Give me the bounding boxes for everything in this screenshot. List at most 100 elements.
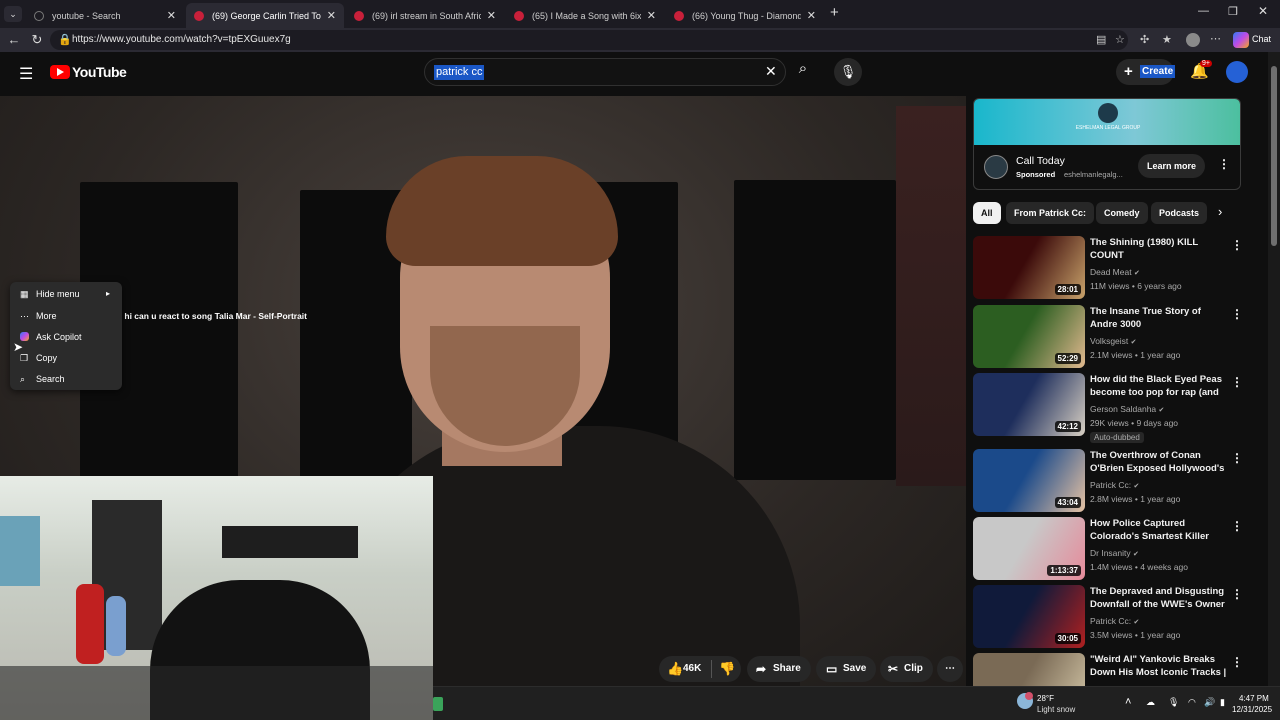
dislike-icon[interactable]: 👎	[719, 656, 735, 682]
video-thumbnail[interactable]: 42:12	[973, 373, 1085, 436]
video-thumbnail[interactable]: 1:13:37	[973, 517, 1085, 580]
video-title[interactable]: The Shining (1980) KILL COUNT	[1090, 236, 1228, 262]
save-button[interactable]: ▭ Save	[816, 656, 877, 682]
menu-item-copy[interactable]: ❐ Copy	[10, 348, 122, 368]
taskbar-app-icon[interactable]	[433, 697, 443, 711]
video-channel[interactable]: Volksgeist ✔	[1090, 336, 1137, 346]
video-menu-icon[interactable]: ⋮	[1231, 655, 1243, 669]
favorites-bar-icon[interactable]: ★	[1162, 33, 1172, 46]
clock-date[interactable]: 12/31/2025	[1232, 705, 1272, 714]
video-thumbnail[interactable]: 28:01	[973, 236, 1085, 299]
chip-all[interactable]: All	[973, 202, 1001, 224]
copilot-icon[interactable]	[1233, 32, 1249, 48]
tray-app-icon[interactable]: ☁	[1146, 697, 1155, 708]
recommended-video[interactable]: 42:12 How did the Black Eyed Peas become …	[973, 373, 1253, 443]
site-info-icon[interactable]: 🔒	[58, 33, 72, 46]
menu-item-hide-menu[interactable]: ▦ Hide menu ▸	[10, 284, 122, 304]
ad-menu-icon[interactable]: ⋮	[1218, 157, 1230, 171]
ad-card[interactable]: ESHELMAN LEGAL GROUP Call Today Sponsore…	[973, 98, 1241, 190]
video-menu-icon[interactable]: ⋮	[1231, 375, 1243, 389]
video-title[interactable]: How did the Black Eyed Peas become too p…	[1090, 373, 1228, 399]
video-menu-icon[interactable]: ⋮	[1231, 238, 1243, 252]
voice-search-icon[interactable]: 🎙	[834, 58, 862, 86]
volume-icon[interactable]: 🔊	[1204, 697, 1215, 708]
video-title[interactable]: The Depraved and Disgusting Downfall of …	[1090, 585, 1228, 611]
account-avatar[interactable]	[1226, 61, 1248, 83]
video-menu-icon[interactable]: ⋮	[1231, 307, 1243, 321]
browser-tab[interactable]: (69) George Carlin Tried To Warn Y ✕	[186, 3, 344, 28]
extensions-icon[interactable]: ✣	[1140, 33, 1149, 46]
menu-item-search[interactable]: ⌕ Search	[10, 369, 122, 389]
search-icon[interactable]: ⌕	[790, 60, 816, 86]
clock-time[interactable]: 4:47 PM	[1239, 694, 1269, 703]
url-field[interactable]: https://www.youtube.com/watch?v=tpEXGuue…	[50, 30, 1128, 50]
close-tab-icon[interactable]: ✕	[487, 9, 496, 22]
close-tab-icon[interactable]: ✕	[647, 9, 656, 22]
video-thumbnail[interactable]: 30:05	[973, 585, 1085, 648]
close-tab-icon[interactable]: ✕	[167, 9, 176, 22]
learn-more-button[interactable]: Learn more	[1138, 154, 1205, 178]
chip-comedy[interactable]: Comedy	[1096, 202, 1148, 224]
scrollbar[interactable]	[1268, 52, 1280, 686]
browser-tab[interactable]: (69) irl stream in South Africa za (l ✕	[346, 3, 504, 28]
video-menu-icon[interactable]: ⋮	[1231, 451, 1243, 465]
ad-banner[interactable]: ESHELMAN LEGAL GROUP	[974, 99, 1240, 145]
browser-tab[interactable]: (65) I Made a Song with 6ix9ine! - ✕	[506, 3, 664, 28]
video-channel[interactable]: Patrick Cc: ✔	[1090, 480, 1139, 490]
tab-list-button[interactable]: ⌄	[4, 6, 22, 22]
profile-avatar[interactable]	[1186, 33, 1200, 47]
chat-label[interactable]: Chat	[1252, 34, 1271, 44]
microphone-icon[interactable]: 🎙	[1168, 697, 1179, 708]
video-channel[interactable]: Dead Meat ✔	[1090, 267, 1140, 277]
battery-icon[interactable]: ▮	[1220, 697, 1225, 708]
recommended-video[interactable]: 43:04 The Overthrow of Conan O'Brien Expo…	[973, 449, 1253, 513]
recommended-video[interactable]: 28:01 The Shining (1980) KILL COUNT Dead M…	[973, 236, 1253, 300]
video-menu-icon[interactable]: ⋮	[1231, 587, 1243, 601]
new-tab-button[interactable]: +	[830, 4, 839, 21]
wifi-icon[interactable]: ◠	[1188, 697, 1196, 708]
youtube-logo-text[interactable]: YouTube	[72, 64, 127, 80]
favorite-icon[interactable]: ☆	[1115, 33, 1125, 46]
youtube-logo-icon[interactable]	[50, 65, 70, 79]
like-icon[interactable]: 👍	[667, 656, 683, 682]
recommended-video[interactable]: 30:05 The Depraved and Disgusting Downfal…	[973, 585, 1253, 649]
chip-from-patrick-cc[interactable]: From Patrick Cc:	[1006, 202, 1095, 224]
menu-item-more[interactable]: ⋯ More	[10, 306, 122, 326]
minimize-button[interactable]: —	[1198, 5, 1209, 17]
recommended-video[interactable]: 52:29 The Insane True Story of Andre 3000…	[973, 305, 1253, 369]
close-window-button[interactable]: ✕	[1258, 4, 1268, 18]
more-icon[interactable]: ⋯	[1210, 32, 1221, 45]
recommended-video[interactable]: 1:13:37 How Police Captured Colorado's Sm…	[973, 517, 1253, 581]
chip-podcasts[interactable]: Podcasts	[1151, 202, 1208, 224]
reload-icon[interactable]: ↻	[25, 32, 49, 48]
tray-chevron-icon[interactable]: ˄	[1125, 696, 1131, 708]
weather-temp[interactable]: 28°F	[1037, 694, 1054, 703]
video-channel[interactable]: Patrick Cc: ✔	[1090, 616, 1139, 626]
share-button[interactable]: ➦ Share	[747, 656, 811, 682]
video-channel[interactable]: Dr Insanity ✔	[1090, 548, 1139, 558]
browser-tab[interactable]: youtube - Search ✕	[26, 3, 184, 28]
back-icon[interactable]: ←	[2, 32, 26, 47]
like-count[interactable]: 46K	[683, 656, 701, 682]
video-thumbnail[interactable]: 52:29	[973, 305, 1085, 368]
create-button[interactable]: + Create	[1116, 59, 1176, 85]
clip-button[interactable]: ✂ Clip	[880, 656, 933, 682]
chevron-right-icon[interactable]: ›	[1218, 204, 1222, 219]
search-box[interactable]: patrick cc ✕	[424, 58, 786, 86]
search-input[interactable]: patrick cc	[434, 65, 485, 80]
video-title[interactable]: The Insane True Story of Andre 3000	[1090, 305, 1228, 331]
video-title[interactable]: How Police Captured Colorado's Smartest …	[1090, 517, 1228, 543]
more-actions-button[interactable]: ⋯	[937, 656, 963, 682]
video-title[interactable]: "Weird Al" Yankovic Breaks Down His Most…	[1090, 653, 1228, 679]
weather-desc[interactable]: Light snow	[1037, 705, 1075, 714]
clear-search-icon[interactable]: ✕	[765, 63, 777, 80]
browser-tab[interactable]: (66) Young Thug - Diamonds ft. Gu ✕	[666, 3, 824, 28]
restore-button[interactable]: ❐	[1228, 5, 1238, 18]
video-thumbnail[interactable]: 43:04	[973, 449, 1085, 512]
hamburger-menu-icon[interactable]: ☰	[19, 64, 33, 84]
close-tab-icon[interactable]: ✕	[327, 9, 336, 22]
reader-icon[interactable]: ▤	[1096, 33, 1106, 46]
close-tab-icon[interactable]: ✕	[807, 9, 816, 22]
menu-item-ask-copilot[interactable]: Ask Copilot	[10, 327, 122, 347]
video-menu-icon[interactable]: ⋮	[1231, 519, 1243, 533]
